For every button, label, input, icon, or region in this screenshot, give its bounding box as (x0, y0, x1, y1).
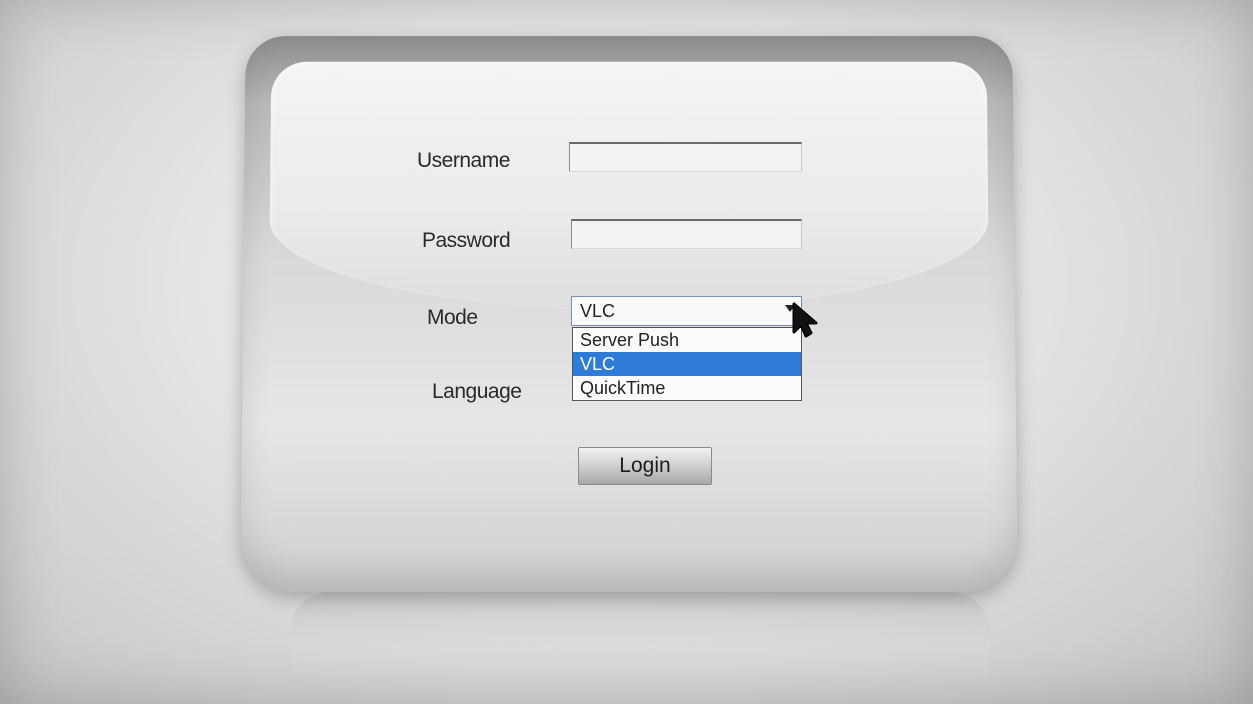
mode-select-value: VLC (580, 301, 616, 321)
language-label: Language (432, 380, 522, 403)
mode-dropdown-list: Server Push VLC QuickTime (572, 327, 802, 401)
mode-option-vlc[interactable]: VLC (573, 352, 801, 376)
login-button[interactable]: Login (578, 447, 712, 485)
username-input[interactable] (569, 142, 802, 172)
password-label: Password (422, 229, 511, 252)
mode-option-quicktime[interactable]: QuickTime (573, 376, 801, 400)
mode-label: Mode (427, 306, 478, 329)
mouse-cursor-icon (792, 302, 818, 338)
mode-option-server-push[interactable]: Server Push (573, 328, 801, 352)
panel-reflection (290, 592, 990, 682)
password-input[interactable] (571, 219, 802, 249)
mode-select[interactable]: VLC (571, 296, 802, 326)
username-label: Username (417, 149, 510, 172)
panel-gloss (269, 61, 989, 311)
